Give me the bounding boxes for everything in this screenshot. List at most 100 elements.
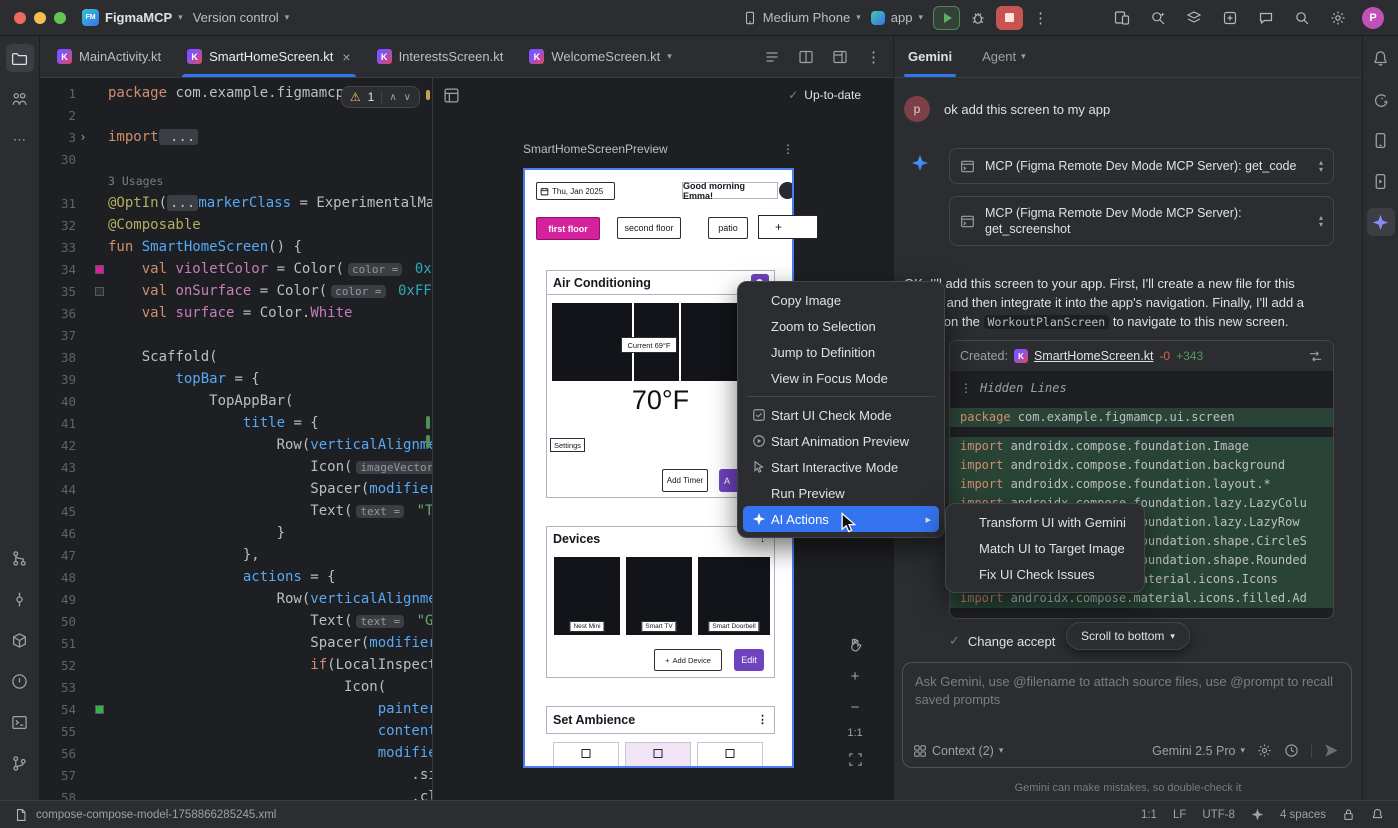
zoom-in-button[interactable]: + [844,665,866,687]
prompt-input[interactable]: Ask Gemini, use @filename to attach sour… [902,662,1352,768]
editor-line[interactable]: 42 Row(verticalAlignmen [40,434,432,456]
menu-item-start-ui-check-mode[interactable]: Start UI Check Mode [743,402,939,428]
floor-tab-patio[interactable]: patio [708,217,748,239]
ambience-menu-icon[interactable]: ⋮ [757,713,768,726]
maximize-window-button[interactable] [54,12,66,24]
code-editor[interactable]: 1package com.example.figmamcp.u23›import… [40,78,432,800]
tab-more-icon[interactable]: ⋮ [866,48,881,66]
send-icon[interactable] [1324,743,1339,758]
more-actions-icon[interactable]: ⋮ [1033,9,1048,27]
commit-tool-icon[interactable] [6,585,34,613]
device-tile[interactable]: Smart Doorbell [698,557,770,635]
ambience-tile[interactable] [553,742,619,768]
project-tool-icon[interactable] [6,44,34,72]
add-floor-chip[interactable]: + [758,215,818,239]
encoding[interactable]: UTF-8 [1202,809,1235,821]
tab-agent[interactable]: Agent▾ [982,49,1026,64]
editor-line[interactable]: 34 val violetColor = Color(color = 0xFFE… [40,258,432,280]
terminal-tool-icon[interactable] [6,708,34,736]
indent-setting[interactable]: 4 spaces [1280,809,1326,821]
chat-icon[interactable] [1258,10,1274,26]
ai-search-icon[interactable] [1150,10,1166,26]
edit-devices-button[interactable]: Edit [734,649,764,671]
date-chip[interactable]: Thu, Jan 2025 [536,182,615,200]
device-selector[interactable]: Medium Phone ▾ [743,10,861,25]
editor-line[interactable]: 33fun SmartHomeScreen() { [40,236,432,258]
merge-requests-icon[interactable] [6,544,34,572]
problems-tool-icon[interactable] [6,667,34,695]
editor-line[interactable]: 38 Scaffold( [40,346,432,368]
editor-line[interactable]: 35 val onSurface = Color(color = 0xFF2E2 [40,280,432,302]
menu-item-zoom-to-selection[interactable]: Zoom to Selection [743,313,939,339]
preview-layout-icon[interactable] [443,87,460,104]
editor-line[interactable]: 46 } [40,522,432,544]
editor-line[interactable]: 50 Text(text = "Good [40,610,432,632]
tab-interestsscreen-kt[interactable]: KInterestsScreen.kt [364,36,517,77]
split-editor-icon[interactable] [798,49,814,65]
settings-chip[interactable]: Settings [550,438,585,452]
vcs-widget[interactable]: Version control ▾ [193,10,290,25]
menu-item-fix-ui-check-issues[interactable]: Fix UI Check Issues [951,561,1139,587]
inspections-widget[interactable]: ⚠ 1 ∧ ∨ [341,86,420,108]
expand-icon[interactable]: ▴▾ [1319,159,1323,173]
run-button[interactable] [933,6,960,30]
prev-issue-icon[interactable]: ∧ [389,92,396,103]
plugins-icon[interactable] [1222,10,1238,26]
status-file-name[interactable]: compose-compose-model-1758866285245.xml [36,809,276,821]
close-icon[interactable]: × [342,49,350,65]
open-diff-icon[interactable] [1308,349,1323,364]
menu-item-view-in-focus-mode[interactable]: View in Focus Mode [743,365,939,391]
editor-line[interactable]: 31@OptIn(...markerClass = ExperimentalMa… [40,192,432,214]
menu-item-start-animation-preview[interactable]: Start Animation Preview [743,428,939,454]
menu-item-jump-to-definition[interactable]: Jump to Definition [743,339,939,365]
add-device-button[interactable]: +Add Device [654,649,722,671]
prompt-history-icon[interactable] [1284,743,1299,758]
profile-avatar[interactable] [779,182,794,199]
project-selector[interactable]: FM FigmaMCP ▾ [82,9,183,26]
editor-line[interactable]: 53 Icon( [40,676,432,698]
tab-gemini[interactable]: Gemini [908,49,952,64]
menu-item-start-interactive-mode[interactable]: Start Interactive Mode [743,454,939,480]
editor-line[interactable]: 49 Row(verticalAlignmen [40,588,432,610]
editor-line[interactable]: 54 painter [40,698,432,720]
context-chip[interactable]: Context (2)▾ [913,744,1003,758]
settings-icon[interactable] [1330,10,1346,26]
git-tool-icon[interactable] [6,749,34,777]
run-config-selector[interactable]: app ▾ [871,10,923,25]
editor-line[interactable]: 51 Spacer(modifier [40,632,432,654]
editor-line[interactable]: 41 title = { [40,412,432,434]
running-devices-icon[interactable] [1367,167,1395,195]
tab-mainactivity-kt[interactable]: KMainActivity.kt [44,36,174,77]
layers-icon[interactable] [1186,10,1202,26]
ai-status-icon[interactable] [1251,808,1264,821]
gradle-icon[interactable] [1367,85,1395,113]
debug-button[interactable] [970,10,986,26]
ambience-tile[interactable] [697,742,763,768]
model-selector[interactable]: Gemini 2.5 Pro▾ [1152,744,1245,758]
search-icon[interactable] [1294,10,1310,26]
menu-item-transform-ui-with-gemini[interactable]: Transform UI with Gemini [951,509,1139,535]
chevron-down-icon[interactable]: ▾ [667,51,672,62]
structure-tool-icon[interactable] [6,85,34,113]
next-issue-icon[interactable]: ∨ [404,92,411,103]
editor-line[interactable]: 55 contentD [40,720,432,742]
editor-line[interactable]: 56 modifier [40,742,432,764]
device-manager-icon[interactable] [1367,126,1395,154]
user-avatar[interactable]: P [1362,7,1384,29]
editor-line[interactable]: 48 actions = { [40,566,432,588]
notifications-status-icon[interactable] [1371,808,1384,821]
tab-smarthomescreen-kt[interactable]: KSmartHomeScreen.kt× [174,36,363,77]
editor-line[interactable]: 57 .siz [40,764,432,786]
editor-line[interactable]: 58 .cli [40,786,432,800]
build-tool-icon[interactable] [6,626,34,654]
preview-menu-icon[interactable]: ⋮ [782,142,794,156]
editor-line[interactable]: 36 val surface = Color.White [40,302,432,324]
tab-welcomescreen-kt[interactable]: KWelcomeScreen.kt▾ [516,36,684,77]
menu-item-run-preview[interactable]: Run Preview [743,480,939,506]
add-timer-button[interactable]: Add Timer [662,469,708,492]
notifications-icon[interactable] [1367,44,1395,72]
close-window-button[interactable] [14,12,26,24]
created-file-link[interactable]: SmartHomeScreen.kt [1034,349,1153,363]
floor-tab-second[interactable]: second floor [617,217,681,239]
line-ending[interactable]: LF [1173,809,1186,821]
